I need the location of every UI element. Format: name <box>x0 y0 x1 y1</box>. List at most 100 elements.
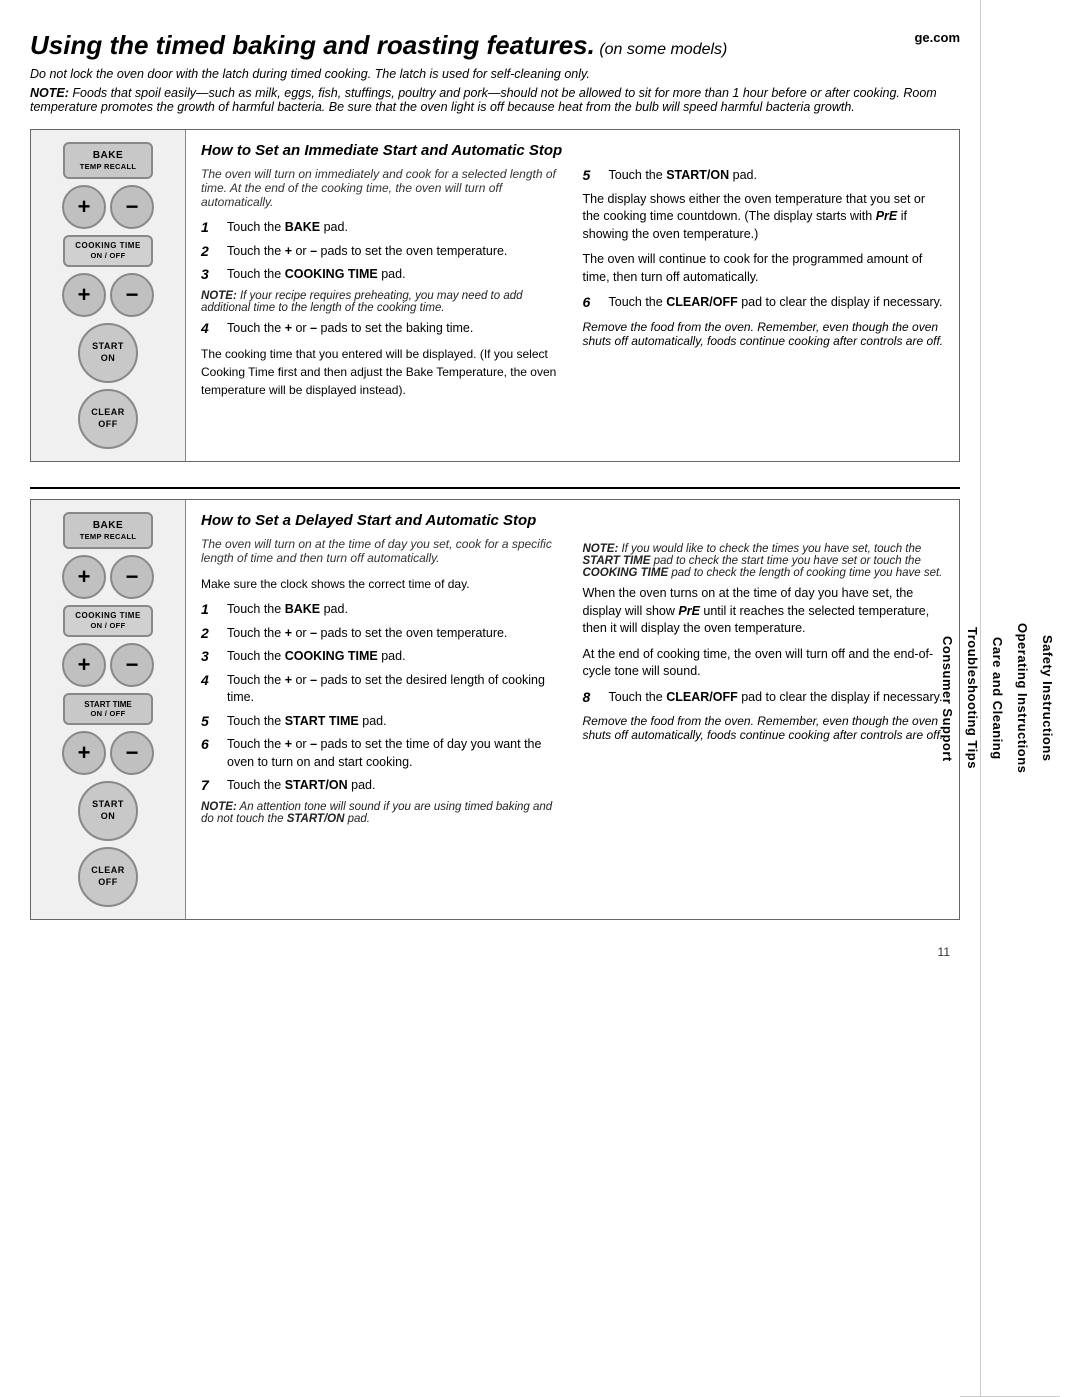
sidebar-section-troubleshooting: Troubleshooting Tips <box>960 0 985 1397</box>
start-time-sub-label: ON / OFF <box>73 709 143 718</box>
section1-title: How to Set an Immediate Start and Automa… <box>201 142 944 159</box>
cooking-time-label-2: COOKING TIME <box>71 611 145 621</box>
page-number: 11 <box>30 945 960 959</box>
cooking-time-sub-label: ON / OFF <box>71 251 145 261</box>
section2-step-8: 8 Touch the CLEAR/OFF pad to clear the d… <box>583 689 945 707</box>
plus-button-2b[interactable]: + <box>62 643 106 687</box>
section2-step-2: 2 Touch the + or – pads to set the oven … <box>201 625 563 643</box>
section2-step-4: 4 Touch the + or – pads to set the desir… <box>201 672 563 707</box>
two-sections: BAKE TEMP RECALL + − COOKING TIME ON / O… <box>30 129 960 935</box>
start-button-1[interactable]: START ON <box>78 323 138 383</box>
sidebar-label-consumer: Consumer Support <box>940 636 955 762</box>
sidebar-label-safety: Safety Instructions <box>1040 635 1055 762</box>
section1-step-4: 4 Touch the + or – pads to set the bakin… <box>201 320 563 338</box>
section2-end-text: At the end of cooking time, the oven wil… <box>583 646 945 681</box>
note-text: NOTE: Foods that spoil easily—such as mi… <box>30 86 960 114</box>
section1-content: How to Set an Immediate Start and Automa… <box>186 130 959 461</box>
section2-clock-text: Make sure the clock shows the correct ti… <box>201 575 563 593</box>
plus-minus-row-1b: + − <box>39 273 177 317</box>
section1-step-3: 3 Touch the COOKING TIME pad. <box>201 266 563 284</box>
sidebar-label-care: Care and Cleaning <box>990 637 1005 760</box>
start-button-2[interactable]: START ON <box>78 781 138 841</box>
clear-label-2: CLEAR <box>91 865 125 877</box>
start-label-2: START <box>92 799 124 811</box>
section2-step-1: 1 Touch the BAKE pad. <box>201 601 563 619</box>
header-area: Using the timed baking and roasting feat… <box>30 30 960 114</box>
start-time-label: START TIME <box>73 700 143 709</box>
note-content: Foods that spoil easily—such as milk, eg… <box>30 86 937 114</box>
bake-label-2: BAKE <box>75 519 141 532</box>
title-text: Using the timed baking and roasting feat… <box>30 30 595 60</box>
section1-continue-text: The oven will continue to cook for the p… <box>583 251 945 286</box>
section1-step-6: 6 Touch the CLEAR/OFF pad to clear the d… <box>583 294 945 312</box>
start-sub-label-2: ON <box>101 811 116 823</box>
clear-sub-label: OFF <box>98 419 118 431</box>
plus-button-1a[interactable]: + <box>62 185 106 229</box>
plus-minus-row-2a: + − <box>39 555 177 599</box>
section1-note: NOTE: If your recipe requires preheating… <box>201 290 563 314</box>
cooking-time-label: COOKING TIME <box>71 241 145 251</box>
page-title: Using the timed baking and roasting feat… <box>30 30 960 61</box>
bake-button-2[interactable]: BAKE TEMP RECALL <box>63 512 153 549</box>
sidebar: Safety Instructions Operating Instructio… <box>980 0 1060 1397</box>
section2-col-left: The oven will turn on at the time of day… <box>201 537 563 831</box>
sidebar-section-consumer: Consumer Support <box>935 0 960 1397</box>
section1-col-left: The oven will turn on immediately and co… <box>201 167 563 407</box>
plus-minus-row-1a: + − <box>39 185 177 229</box>
section2-step-7: 7 Touch the START/ON pad. <box>201 777 563 795</box>
website-label: ge.com <box>914 30 960 46</box>
oven-panel-1: BAKE TEMP RECALL + − COOKING TIME ON / O… <box>31 130 186 461</box>
oven-panel-2: BAKE TEMP RECALL + − COOKING TIME ON / O… <box>31 500 186 919</box>
section1-remove-text: Remove the food from the oven. Remember,… <box>583 320 945 348</box>
section1-display-text: The display shows either the oven temper… <box>583 191 945 244</box>
note-label: NOTE: <box>30 86 69 100</box>
section2-col-right: NOTE: If you would like to check the tim… <box>583 537 945 831</box>
plus-button-2a[interactable]: + <box>62 555 106 599</box>
start-time-button-2[interactable]: START TIME ON / OFF <box>63 693 153 725</box>
bake-button-1[interactable]: BAKE TEMP RECALL <box>63 142 153 179</box>
cooking-time-sub-label-2: ON / OFF <box>71 621 145 631</box>
section2-step-6: 6 Touch the + or – pads to set the time … <box>201 736 563 771</box>
bake-sub-label-2: TEMP RECALL <box>75 532 141 542</box>
bake-sub-label: TEMP RECALL <box>75 162 141 172</box>
plus-button-2c[interactable]: + <box>62 731 106 775</box>
cooking-time-button-1[interactable]: COOKING TIME ON / OFF <box>63 235 153 267</box>
section1-block: BAKE TEMP RECALL + − COOKING TIME ON / O… <box>30 129 960 462</box>
minus-button-2a[interactable]: − <box>110 555 154 599</box>
start-sub-label: ON <box>101 353 116 365</box>
cooking-time-button-2[interactable]: COOKING TIME ON / OFF <box>63 605 153 637</box>
clear-button-1[interactable]: CLEAR OFF <box>78 389 138 449</box>
section1-col-right: 5 Touch the START/ON pad. The display sh… <box>583 167 945 407</box>
section2-remove-text: Remove the food from the oven. Remember,… <box>583 714 945 742</box>
sidebar-label-troubleshooting: Troubleshooting Tips <box>965 627 980 769</box>
minus-button-2b[interactable]: − <box>110 643 154 687</box>
start-label: START <box>92 341 124 353</box>
warning-text: Do not lock the oven door with the latch… <box>30 67 960 81</box>
section2-step-3: 3 Touch the COOKING TIME pad. <box>201 648 563 666</box>
section1-step-5: 5 Touch the START/ON pad. <box>583 167 945 185</box>
section2-step-5: 5 Touch the START TIME pad. <box>201 713 563 731</box>
section1-cols: The oven will turn on immediately and co… <box>201 167 944 407</box>
sidebar-section-safety: Safety Instructions <box>1035 0 1060 1397</box>
minus-button-1b[interactable]: − <box>110 273 154 317</box>
sidebar-section-operating: Operating Instructions <box>1010 0 1035 1397</box>
section-divider <box>30 487 960 489</box>
section2-when-text: When the oven turns on at the time of da… <box>583 585 945 638</box>
plus-minus-row-2c: + − <box>39 731 177 775</box>
clear-label: CLEAR <box>91 407 125 419</box>
section2-cols: The oven will turn on at the time of day… <box>201 537 944 831</box>
section2-note-right: NOTE: If you would like to check the tim… <box>583 543 945 579</box>
section1-step-2: 2 Touch the + or – pads to set the oven … <box>201 243 563 261</box>
minus-button-1a[interactable]: − <box>110 185 154 229</box>
plus-button-1b[interactable]: + <box>62 273 106 317</box>
warning-content: Do not lock the oven door with the latch… <box>30 67 590 81</box>
section2-block: BAKE TEMP RECALL + − COOKING TIME ON / O… <box>30 499 960 920</box>
clear-sub-label-2: OFF <box>98 877 118 889</box>
minus-button-2c[interactable]: − <box>110 731 154 775</box>
section1-cooking-display: The cooking time that you entered will b… <box>201 345 563 399</box>
clear-button-2[interactable]: CLEAR OFF <box>78 847 138 907</box>
section1-intro: The oven will turn on immediately and co… <box>201 167 563 209</box>
plus-minus-row-2b: + − <box>39 643 177 687</box>
section2-content: How to Set a Delayed Start and Automatic… <box>186 500 959 919</box>
sidebar-section-care: Care and Cleaning <box>985 0 1010 1397</box>
